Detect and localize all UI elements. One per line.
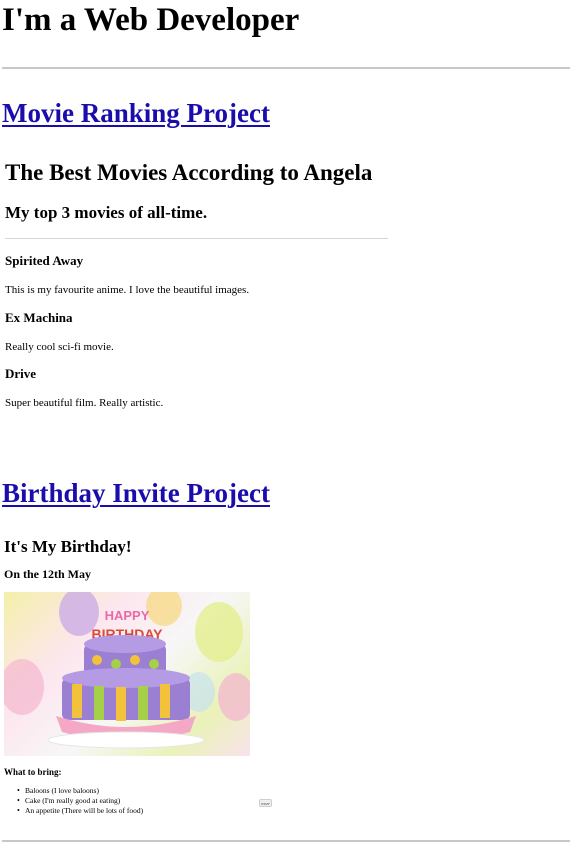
list-item: Cake (I'm really good at eating) (4, 796, 143, 806)
birthday-invite-project-link[interactable]: Birthday Invite Project (2, 477, 270, 509)
movies-subheading: My top 3 movies of all-time. (5, 203, 208, 222)
movie-title: Spirited Away (5, 253, 84, 268)
rsvp-button[interactable]: RSVP (259, 799, 272, 807)
page-title: I'm a Web Developer (2, 2, 300, 38)
divider (2, 67, 570, 69)
birthday-cake-image: HAPPY BIRTHDAY (4, 592, 250, 756)
movie-description: This is my favourite anime. I love the b… (5, 284, 250, 296)
happy-candles-text: HAPPY (105, 608, 150, 623)
bring-list: Baloons (I love baloons) Cake (I'm reall… (4, 786, 143, 816)
birthday-heading: It's My Birthday! (4, 537, 132, 556)
movie-description: Super beautiful film. Really artistic. (5, 397, 164, 409)
movie-ranking-project-link[interactable]: Movie Ranking Project (2, 97, 270, 129)
movies-heading: The Best Movies According to Angela (5, 160, 373, 185)
page: I'm a Web Developer Movie Ranking Projec… (0, 0, 570, 843)
movie-title: Ex Machina (5, 310, 73, 325)
birthday-date: On the 12th May (4, 567, 91, 581)
movie-title: Drive (5, 366, 37, 381)
list-item: An appetite (There will be lots of food) (4, 806, 143, 816)
movies-divider (5, 238, 388, 239)
what-to-bring-label: What to bring: (4, 767, 62, 777)
movie-description: Really cool sci-fi movie. (5, 341, 114, 353)
list-item: Baloons (I love baloons) (4, 786, 143, 796)
divider (2, 840, 570, 842)
